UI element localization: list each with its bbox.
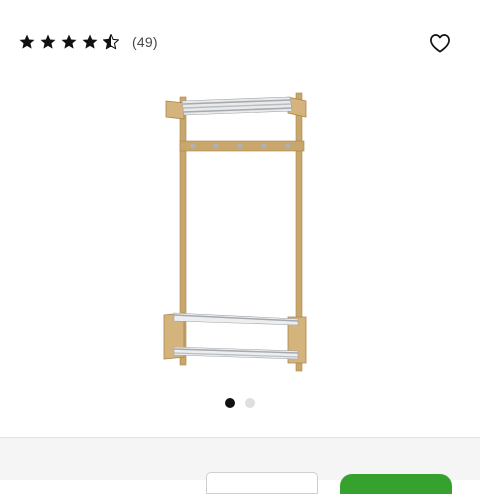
star-icon [19, 34, 35, 49]
primary-action-button[interactable] [340, 474, 452, 494]
heart-icon [430, 34, 450, 53]
favorite-button[interactable] [425, 29, 455, 57]
product-image[interactable] [150, 85, 320, 375]
carousel-dot-1[interactable] [225, 398, 235, 408]
review-count[interactable]: (49) [132, 34, 158, 50]
star-half-icon [102, 33, 120, 50]
product-rating[interactable]: (49) [18, 30, 158, 54]
star-icon [82, 34, 98, 49]
secondary-action-button[interactable] [206, 472, 318, 494]
coat-rack-illustration [163, 92, 307, 372]
image-carousel-indicator [0, 398, 480, 408]
star-icon [61, 34, 77, 49]
carousel-dot-2[interactable] [245, 398, 255, 408]
star-icon [40, 34, 56, 49]
rating-stars [18, 33, 120, 51]
